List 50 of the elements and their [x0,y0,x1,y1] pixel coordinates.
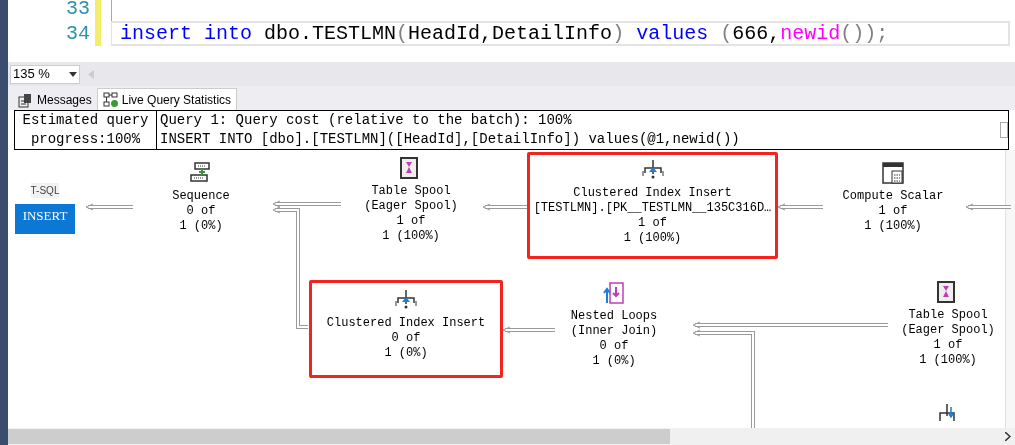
operator-detail: 1 (0%) [384,346,428,361]
operator-name: Table Spool [371,184,451,199]
caret-icon [69,71,77,77]
diagram-icon [102,92,118,107]
operator-detail: 1 of [878,204,908,219]
operator-detail: (Eager Spool) [901,323,995,338]
code-line: insert into dbo.TESTLMN(HeadId,DetailInfo) values (666,newid()); [120,20,889,47]
operator-name: Sequence [172,189,230,204]
vertical-scrollbar[interactable] [1005,150,1015,428]
progress-label: Estimated query progress:100% [15,111,157,149]
operator-detail: 1 (100%) [382,229,440,244]
document-icon [18,92,33,108]
operator-detail: 0 of [599,339,629,354]
operator-detail: (Eager Spool) [364,199,458,214]
operator-detail: (Inner Join) [570,324,658,339]
zoom-dropdown[interactable]: 135 % [10,64,80,84]
query-text: Query 1: Query cost (relative to the batch): 100% [160,111,573,130]
scroll-left-icon[interactable] [88,69,94,79]
operator-name: Compute Scalar [842,189,944,204]
operator-detail: 1 (0%) [592,354,636,369]
operator-detail: 1 of [396,214,426,229]
operator-detail: 1 (100%) [864,219,922,234]
line-number: 33 [65,0,90,21]
operator-detail: 1 (100%) [623,231,682,246]
tsql-label: T-SQL [30,183,60,198]
operator-detail: 0 of [186,204,216,219]
operator-detail: 1 of [638,216,667,231]
loop-arrows-icon [603,282,625,304]
query-text: INSERT INTO [dbo].[TESTLMN]([HeadId],[DetailInfo]) values(@1,newid()) [160,130,741,149]
operator-detail: 1 of [933,338,963,353]
sequence-icon [190,162,212,184]
scroll-handle[interactable] [1000,122,1008,138]
operator-detail: 0 of [391,331,421,346]
operator-name: Clustered Index Insert [573,186,732,201]
tree-icon [641,159,664,181]
connector-arrow [85,203,134,211]
tab[interactable]: Live Query Statistics [96,88,238,110]
line-number: 34 [65,21,90,46]
operator-name: Table Spool [908,308,988,323]
operator-name: Nested Loops [570,309,658,324]
operator-detail: [TESTLMN].[PK__TESTLMN__135C316D… [533,201,772,216]
operator-detail: 1 (100%) [919,353,977,368]
tree-icon [395,289,417,311]
operator-name: Clustered Index Insert [326,316,486,331]
connector-arrow [965,203,1012,211]
statement-badge[interactable]: INSERT [15,204,75,234]
scroll-right-icon[interactable] [1005,432,1011,441]
scrollbar-thumb[interactable] [8,429,670,444]
operator-detail: 1 (0%) [179,219,223,234]
calculator-icon [882,162,904,184]
